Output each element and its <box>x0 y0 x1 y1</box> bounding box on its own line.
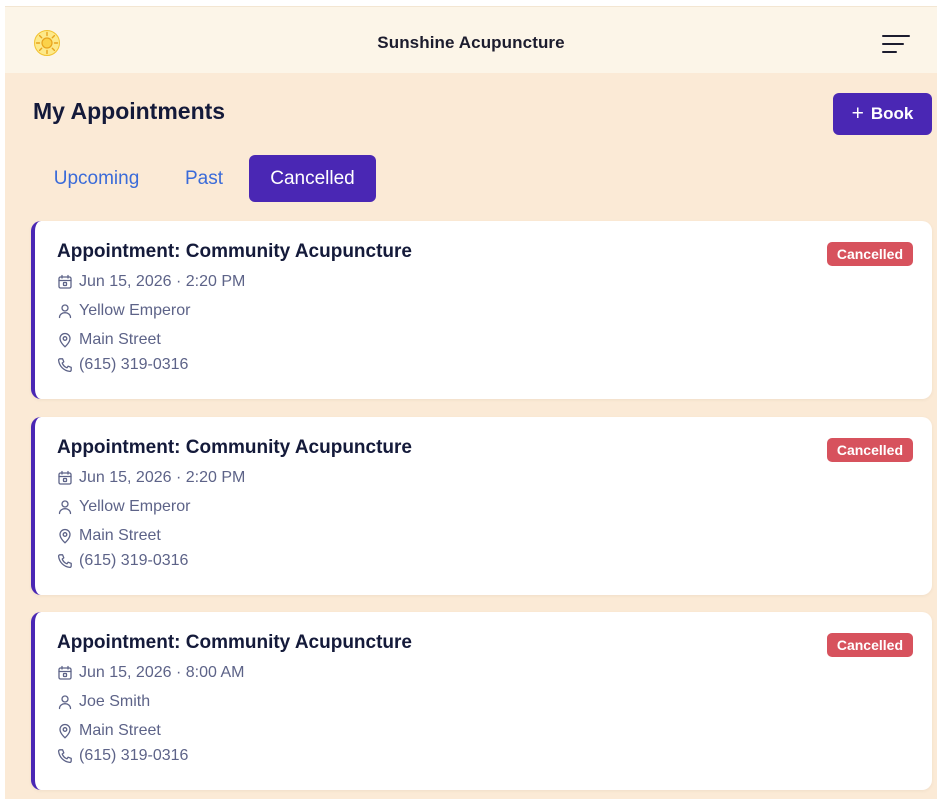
phone-icon <box>57 358 72 373</box>
status-badge: Cancelled <box>826 242 913 266</box>
phone-icon <box>57 554 72 569</box>
tab-upcoming[interactable]: Upcoming <box>33 155 160 202</box>
appointment-card[interactable]: Appointment: Community Acupuncture Cance… <box>31 417 932 595</box>
phone-text: (615) 319-0316 <box>79 747 189 764</box>
location-pin-icon <box>59 332 71 348</box>
appointment-card[interactable]: Appointment: Community Acupuncture Cance… <box>31 612 932 790</box>
person-icon <box>58 695 72 710</box>
app-frame: Sunshine Acupuncture My Appointments + B… <box>5 6 937 799</box>
location-pin-icon <box>59 723 71 739</box>
appointment-practitioner: Joe Smith <box>57 692 150 712</box>
book-button[interactable]: + Book <box>833 93 932 135</box>
phone-text: (615) 319-0316 <box>79 552 189 569</box>
datetime-text: Jun 15, 2026 · 8:00 AM <box>79 664 245 681</box>
location-text: Main Street <box>79 331 161 348</box>
appointment-title: Appointment: Community Acupuncture <box>57 241 412 262</box>
tab-cancelled[interactable]: Cancelled <box>249 155 376 202</box>
location-pin-icon <box>59 528 71 544</box>
person-icon <box>58 500 72 515</box>
appointment-datetime: Jun 15, 2026 · 8:00 AM <box>57 663 244 683</box>
phone-icon <box>57 749 72 764</box>
page-title: My Appointments <box>33 98 226 124</box>
calendar-icon <box>58 470 72 485</box>
practitioner-text: Yellow Emperor <box>79 498 191 515</box>
datetime-text: Jun 15, 2026 · 2:20 PM <box>79 469 246 486</box>
appointment-card[interactable]: Appointment: Community Acupuncture Cance… <box>31 221 932 399</box>
location-text: Main Street <box>79 722 161 739</box>
status-badge: Cancelled <box>826 438 913 462</box>
practitioner-text: Joe Smith <box>79 693 151 710</box>
appointment-location: Main Street <box>57 526 161 546</box>
person-icon <box>58 304 72 319</box>
location-text: Main Street <box>79 527 161 544</box>
tab-past[interactable]: Past <box>171 155 237 202</box>
appointment-datetime: Jun 15, 2026 · 2:20 PM <box>57 468 245 488</box>
appointment-location: Main Street <box>57 721 161 741</box>
appointment-title: Appointment: Community Acupuncture <box>57 437 412 458</box>
menu-icon[interactable] <box>876 31 910 57</box>
practitioner-text: Yellow Emperor <box>79 302 191 319</box>
status-badge: Cancelled <box>826 633 913 657</box>
app-title: Sunshine Acupuncture <box>377 33 565 52</box>
appointment-phone[interactable]: (615) 319-0316 <box>57 551 188 571</box>
book-button-label: Book <box>870 104 914 123</box>
plus-icon: + <box>851 101 864 125</box>
appointment-phone[interactable]: (615) 319-0316 <box>57 355 188 375</box>
appointment-location: Main Street <box>57 330 161 350</box>
calendar-icon <box>58 274 72 289</box>
datetime-text: Jun 15, 2026 · 2:20 PM <box>79 273 246 290</box>
appointment-practitioner: Yellow Emperor <box>57 301 190 321</box>
appointment-practitioner: Yellow Emperor <box>57 497 190 517</box>
phone-text: (615) 319-0316 <box>79 356 189 373</box>
appointment-title: Appointment: Community Acupuncture <box>57 632 412 653</box>
top-bar: Sunshine Acupuncture <box>5 6 937 73</box>
appointment-datetime: Jun 15, 2026 · 2:20 PM <box>57 272 245 292</box>
appointment-phone[interactable]: (615) 319-0316 <box>57 746 188 766</box>
calendar-icon <box>58 665 72 680</box>
